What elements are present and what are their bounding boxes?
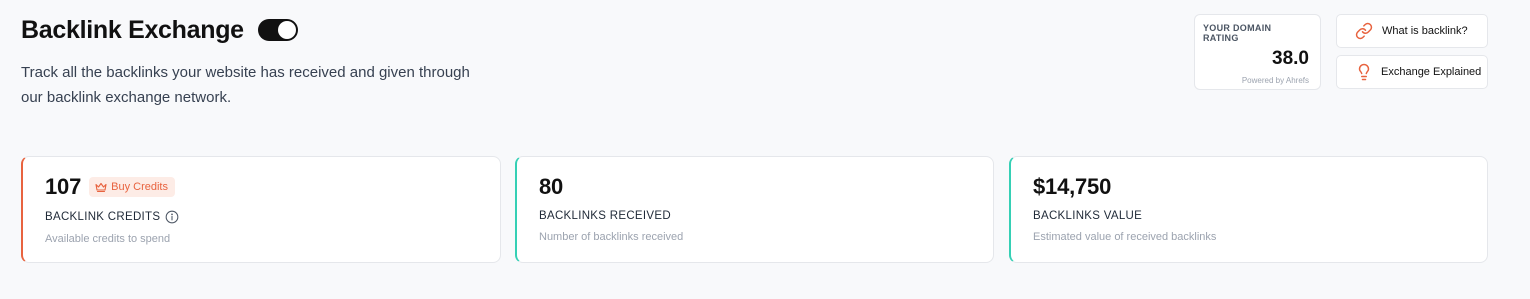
backlinks-received-description: Number of backlinks received bbox=[539, 231, 684, 243]
card-accent-bar bbox=[1009, 156, 1017, 263]
backlinks-value-description: Estimated value of received backlinks bbox=[1033, 231, 1217, 243]
domain-rating-label: YOUR DOMAIN RATING bbox=[1203, 23, 1272, 43]
backlinks-received-value: 80 bbox=[539, 174, 564, 199]
exchange-explained-button[interactable]: Exchange Explained bbox=[1336, 55, 1488, 89]
link-icon bbox=[1355, 22, 1373, 40]
page-title: Backlink Exchange bbox=[21, 15, 244, 44]
backlinks-received-card: 80 BACKLINKS RECEIVED Number of backlink… bbox=[515, 156, 994, 263]
powered-by-text: Powered by Ahrefs bbox=[1241, 76, 1309, 85]
backlink-credits-description: Available credits to spend bbox=[45, 233, 171, 245]
info-icon[interactable] bbox=[165, 210, 179, 224]
crown-icon bbox=[95, 181, 107, 193]
page-header: Backlink Exchange bbox=[21, 14, 298, 46]
backlink-credits-card: 107 Buy Credits BACKLINK CREDITS Availab… bbox=[21, 156, 501, 263]
what-is-backlink-label: What is backlink? bbox=[1382, 25, 1468, 37]
backlink-credits-value: 107 bbox=[45, 174, 82, 199]
backlinks-value-card: $14,750 BACKLINKS VALUE Estimated value … bbox=[1009, 156, 1488, 263]
backlinks-value-value: $14,750 bbox=[1033, 174, 1112, 199]
exchange-explained-label: Exchange Explained bbox=[1381, 66, 1482, 78]
lightbulb-icon bbox=[1355, 63, 1373, 81]
page-subtitle: Track all the backlinks your website has… bbox=[21, 60, 491, 110]
toggle-knob bbox=[277, 21, 296, 39]
domain-rating-card: YOUR DOMAIN RATING 38.0 Powered by Ahref… bbox=[1194, 14, 1321, 90]
buy-credits-button[interactable]: Buy Credits bbox=[89, 177, 175, 197]
backlink-credits-label: BACKLINK CREDITS bbox=[45, 211, 161, 223]
card-accent-bar bbox=[21, 156, 29, 263]
what-is-backlink-button[interactable]: What is backlink? bbox=[1336, 14, 1488, 48]
backlinks-value-label: BACKLINKS VALUE bbox=[1033, 210, 1143, 222]
buy-credits-label: Buy Credits bbox=[111, 181, 168, 193]
backlinks-received-label: BACKLINKS RECEIVED bbox=[539, 210, 671, 222]
exchange-toggle[interactable] bbox=[257, 19, 298, 41]
domain-rating-value: 38.0 bbox=[1272, 48, 1309, 69]
subtitle-line-2: our backlink exchange network. bbox=[21, 89, 232, 106]
card-accent-bar bbox=[515, 156, 523, 263]
subtitle-line-1: Track all the backlinks your website has… bbox=[21, 64, 470, 81]
